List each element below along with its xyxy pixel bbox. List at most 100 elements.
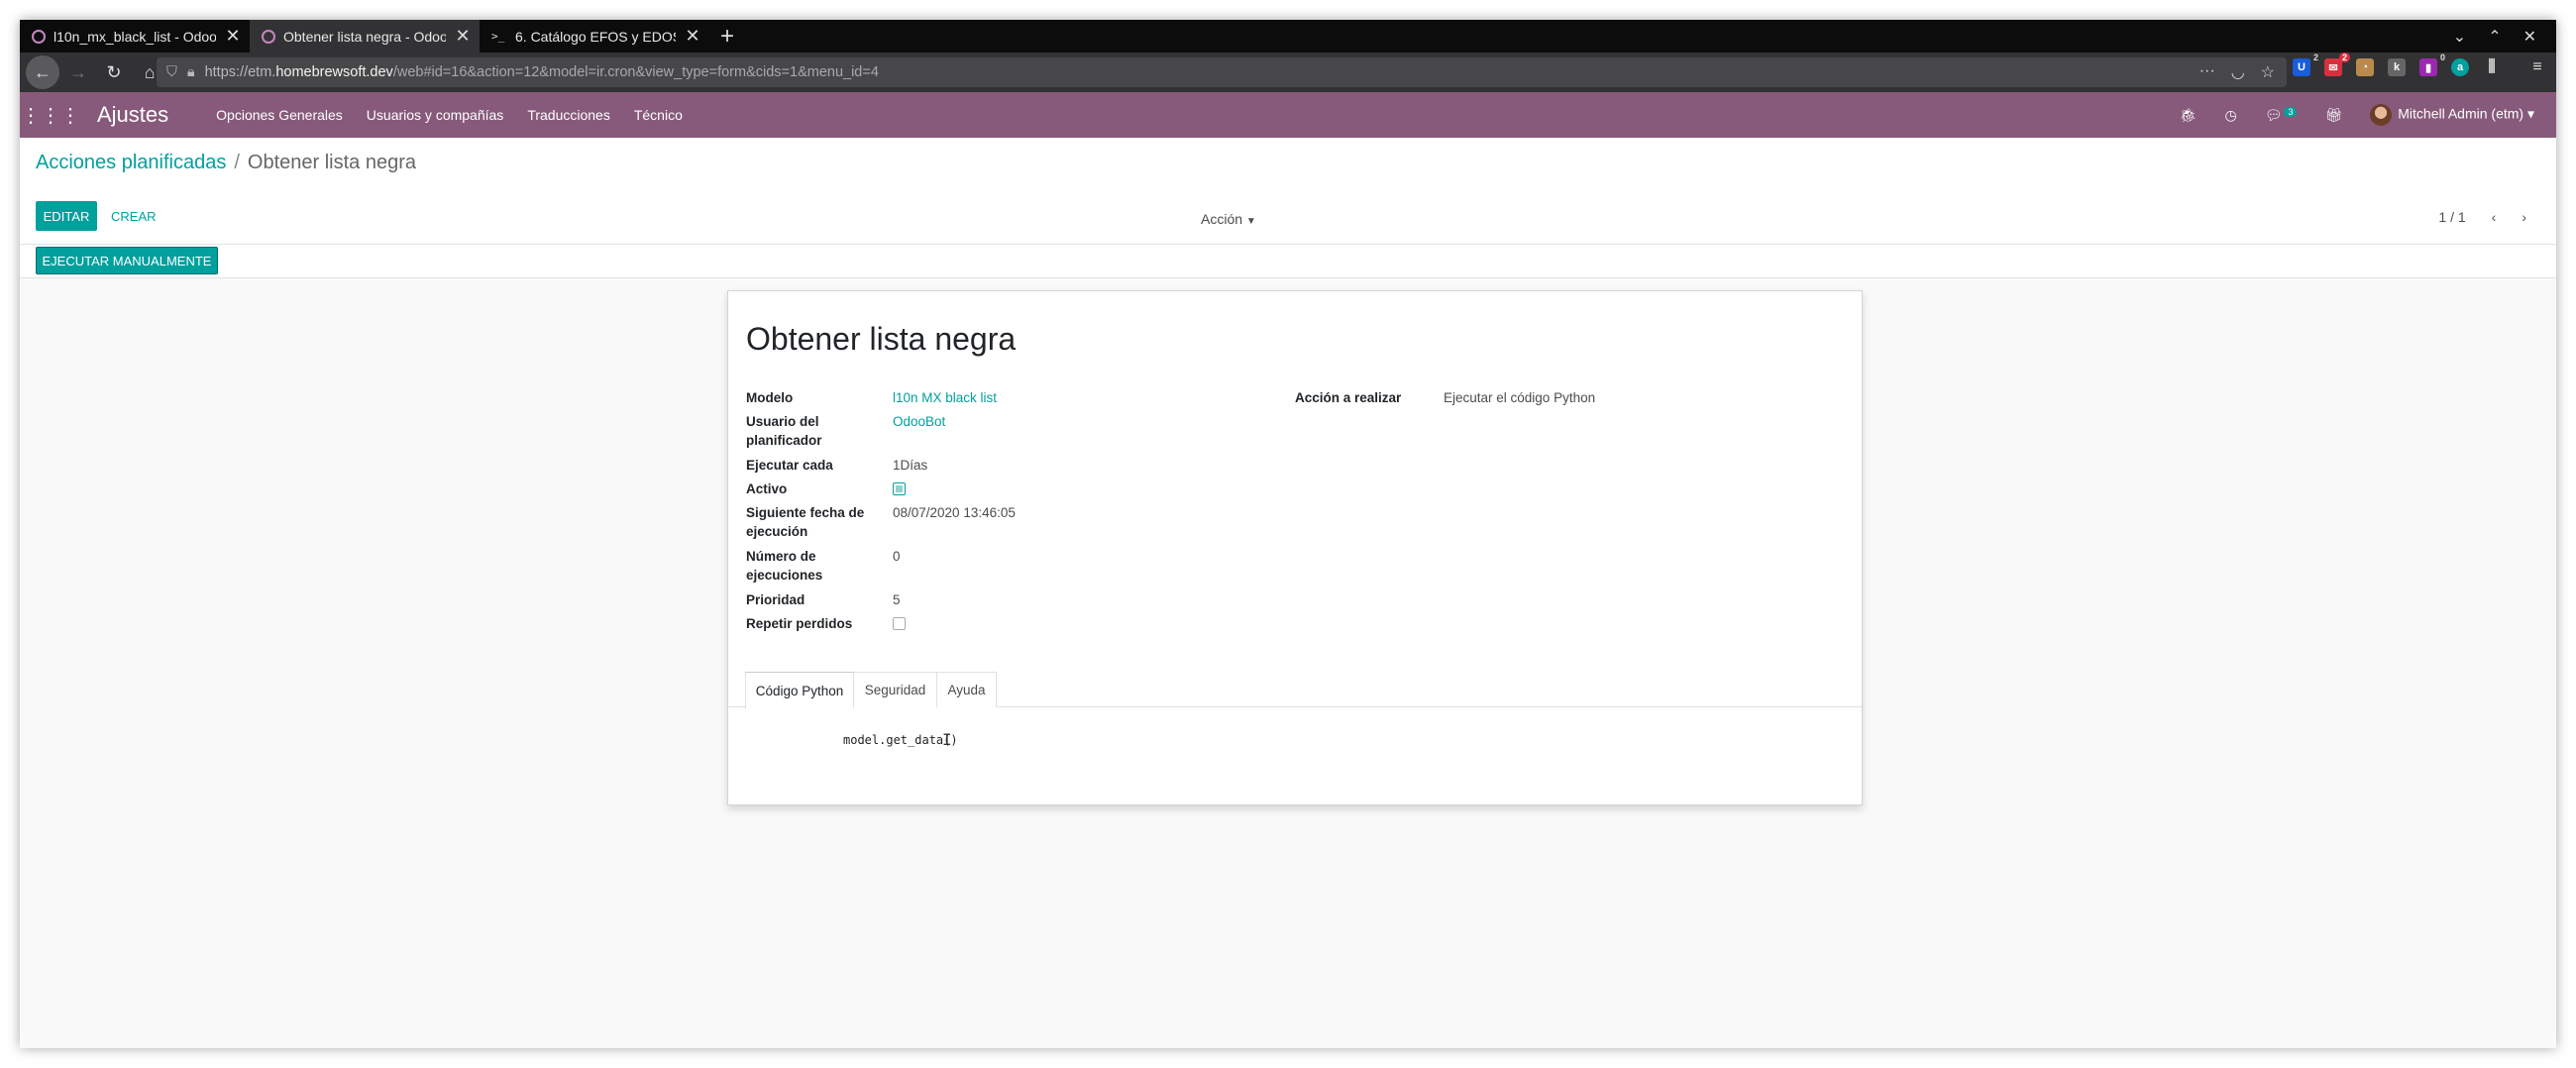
breadcrumb-parent[interactable]: Acciones planificadas <box>36 152 226 173</box>
cookie-icon[interactable]: ◔ <box>2356 58 2374 76</box>
chat-icon[interactable]: 💬︎ 3 <box>2265 106 2298 124</box>
mail-badge: 2 <box>2338 53 2350 62</box>
menu-opciones-generales[interactable]: Opciones Generales <box>216 107 343 123</box>
field-label-accion-realizar: Acción a realizar <box>1295 390 1402 405</box>
window-controls: ⌄ ⌃ ✕ <box>2453 20 2556 53</box>
browser-tab-black-list[interactable]: l10n_mx_black_list - Odoo ✕ <box>20 20 250 53</box>
close-icon[interactable]: ✕ <box>454 26 472 47</box>
form-sheet: Obtener lista negra Modelo l10n MX black… <box>727 290 1863 805</box>
reload-button[interactable]: ↻ <box>97 55 131 89</box>
bookmark-star-icon[interactable]: ☆ <box>2261 62 2275 82</box>
field-label-siguiente-fecha: Siguiente fecha de ejecución <box>746 505 865 539</box>
pocket-icon[interactable]: ◡ <box>2231 62 2245 82</box>
bitwarden-icon[interactable]: U2 <box>2293 53 2318 76</box>
repeat-missed-checkbox[interactable] <box>893 617 906 630</box>
close-icon[interactable]: ✕ <box>224 26 242 47</box>
field-value-prioridad: 5 <box>893 592 901 607</box>
back-button[interactable]: ← <box>26 55 59 89</box>
terminal-icon: >_ <box>491 29 505 43</box>
control-panel: Acciones planificadas / Obtener lista negr… <box>20 138 2556 245</box>
tab-codigo-python[interactable]: Código Python <box>745 672 854 708</box>
tab-ayuda[interactable]: Ayuda <box>937 672 997 707</box>
field-label-numero-ejecuciones: Número de ejecuciones <box>746 549 823 583</box>
field-label-usuario-planificador: Usuario del planificador <box>746 414 822 448</box>
field-value-accion-realizar[interactable]: Ejecutar el código Python <box>1444 388 1595 407</box>
close-icon[interactable]: ✕ <box>684 26 701 47</box>
browser-tab-title: l10n_mx_black_list - Odoo <box>54 28 216 45</box>
action-dropdown[interactable]: Acción ▼ <box>1201 211 1256 227</box>
pager-value[interactable]: 1 / 1 <box>2438 209 2465 225</box>
systray: 🐞︎ ◷ 💬︎ 3 🎁︎ Mitchell Admin (etm) ▾ <box>2180 104 2556 126</box>
more-icon[interactable]: ··· <box>2200 62 2215 82</box>
field-value-ejecutar-cada: 1Días <box>893 458 928 473</box>
url-bar[interactable]: ⛉ 🔒︎ https://etm.homebrewsoft.dev/web#id… <box>157 57 2287 87</box>
chevron-right-icon[interactable]: › <box>2522 209 2526 225</box>
browser-tab-catalogo-efos[interactable]: >_ 6. Catálogo EFOS y EDOS ✕ <box>480 20 709 53</box>
record-title: Obtener lista negra <box>746 321 1017 357</box>
tab-list-icon[interactable]: ⌄ <box>2453 27 2466 47</box>
mail-icon[interactable]: ✉ 2 <box>2324 53 2350 76</box>
app-name[interactable]: Ajustes <box>97 102 168 128</box>
form-statusbar: EJECUTAR MANUALMENTE <box>20 245 2556 278</box>
shield-icon[interactable]: ⛉ <box>166 64 177 80</box>
bitwarden-badge: 2 <box>2312 53 2318 62</box>
extension-icons: U2 ✉ 2 ◔ k ▮ 0 a ⫼ ≡ <box>2293 53 2546 76</box>
extension-purple-icon[interactable]: ▮ 0 <box>2419 53 2445 76</box>
tab-seguridad[interactable]: Seguridad <box>854 672 937 707</box>
field-label-modelo: Modelo <box>746 390 794 405</box>
extension-k-icon[interactable]: k <box>2388 58 2406 76</box>
avatar <box>2370 104 2393 126</box>
breadcrumb-current: Obtener lista negra <box>247 152 417 173</box>
gift-icon[interactable]: 🎁︎ <box>2324 107 2342 124</box>
lock-icon[interactable]: 🔒︎ <box>187 64 195 80</box>
activity-clock-icon[interactable]: ◷ <box>2224 107 2236 124</box>
odoo-extension-icon[interactable]: a <box>2451 58 2469 76</box>
field-label-prioridad: Prioridad <box>746 592 805 607</box>
field-value-usuario-planificador[interactable]: OdooBot <box>893 412 945 431</box>
field-value-modelo[interactable]: l10n MX black list <box>893 388 997 407</box>
url-path: /web#id=16&action=12&model=ir.cron&view_… <box>392 64 879 80</box>
run-manually-button[interactable]: EJECUTAR MANUALMENTE <box>36 247 218 274</box>
chevron-left-icon[interactable]: ‹ <box>2492 209 2497 225</box>
browser-tab-title: 6. Catálogo EFOS y EDOS <box>515 28 676 45</box>
field-label-repetir-perdidos: Repetir perdidos <box>746 616 853 631</box>
odoo-main-navbar: ⋮⋮⋮ Ajustes Opciones Generales Usuarios … <box>20 92 2556 138</box>
maximize-icon[interactable]: ⌃ <box>2488 27 2501 47</box>
url-host: homebrewsoft.dev <box>275 64 393 80</box>
field-value-numero-ejecuciones: 0 <box>893 549 901 564</box>
browser-nav-bar: ← → ↻ ⌂ ⛉ 🔒︎ https://etm.homebrewsoft.de… <box>20 53 2556 92</box>
python-code-editor[interactable]: model.get_data() <box>843 733 958 747</box>
text-cursor-icon: I <box>942 730 952 749</box>
browser-tab-obtener-lista-negra[interactable]: Obtener lista negra - Odoo ✕ <box>250 20 480 53</box>
new-tab-button[interactable]: + <box>709 20 745 53</box>
browser-window: l10n_mx_black_list - Odoo ✕ Obtener list… <box>20 20 2556 1048</box>
apps-menu-icon[interactable]: ⋮⋮⋮ <box>21 92 80 138</box>
browser-tab-title: Obtener lista negra - Odoo <box>283 28 446 45</box>
field-label-ejecutar-cada: Ejecutar cada <box>746 458 833 473</box>
user-menu[interactable]: Mitchell Admin (etm) ▾ <box>2370 104 2534 126</box>
menu-usuarios-companias[interactable]: Usuarios y compañías <box>367 107 504 123</box>
url-bar-actions: ··· ◡ ☆ <box>2200 62 2287 82</box>
menu-icon[interactable]: ≡ <box>2528 58 2546 76</box>
menu-tecnico[interactable]: Técnico <box>634 107 683 123</box>
active-checkbox[interactable] <box>893 482 906 495</box>
breadcrumb: Acciones planificadas / Obtener lista negr… <box>36 152 416 174</box>
field-value-siguiente-fecha: 08/07/2020 13:46:05 <box>893 505 1016 520</box>
forward-button[interactable]: → <box>61 55 95 89</box>
url-text: https://etm.homebrewsoft.dev/web#id=16&a… <box>205 64 879 80</box>
menu-traducciones[interactable]: Traducciones <box>527 107 610 123</box>
chat-count-badge: 3 <box>2284 106 2298 117</box>
browser-tab-strip: l10n_mx_black_list - Odoo ✕ Obtener list… <box>20 20 2556 53</box>
user-name: Mitchell Admin (etm) <box>2398 105 2524 122</box>
extension-purple-badge: 0 <box>2439 53 2445 62</box>
create-button[interactable]: CREAR <box>111 209 157 224</box>
notebook-tabs: Código Python Seguridad Ayuda <box>728 672 1862 708</box>
window-close-icon[interactable]: ✕ <box>2523 27 2536 47</box>
action-dropdown-label: Acción <box>1201 211 1243 227</box>
edit-button[interactable]: EDITAR <box>36 201 97 231</box>
debug-icon[interactable]: 🐞︎ <box>2180 107 2198 124</box>
caret-down-icon: ▼ <box>1245 216 1256 227</box>
odoo-favicon-icon <box>262 29 275 44</box>
library-icon[interactable]: ⫼ <box>2483 58 2501 76</box>
breadcrumb-separator: / <box>234 152 240 173</box>
